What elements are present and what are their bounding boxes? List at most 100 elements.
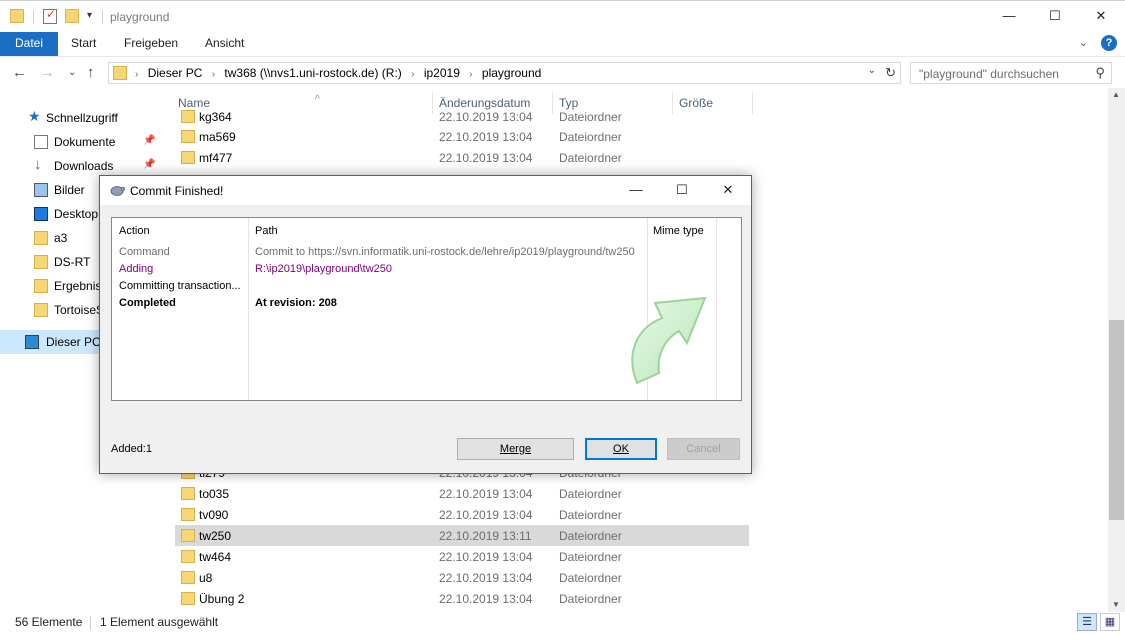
scrollbar-thumb[interactable] xyxy=(1109,320,1124,520)
divider xyxy=(33,10,34,24)
tab-start[interactable]: Start xyxy=(57,32,110,56)
column-header-mime-type[interactable]: Mime type xyxy=(653,225,704,237)
column-divider[interactable] xyxy=(752,92,753,114)
item-count: 56 Elemente xyxy=(15,615,83,629)
folder-icon xyxy=(181,571,195,584)
folder-icon xyxy=(181,508,195,521)
scroll-up-icon[interactable]: ▲ xyxy=(1112,90,1120,99)
dialog-titlebar: Commit Finished! — ☐ ✕ xyxy=(100,176,751,205)
vertical-scrollbar[interactable]: ▲ ▼ xyxy=(1108,88,1125,612)
recent-locations-icon[interactable]: ⌄ xyxy=(68,67,76,78)
commit-arrow-icon xyxy=(631,296,707,385)
column-divider xyxy=(248,218,249,400)
list-item[interactable]: u8 22.10.2019 13:04 Dateiordner xyxy=(175,567,749,588)
log-path: Commit to https://svn.informatik.uni-ros… xyxy=(255,246,635,258)
folder-icon xyxy=(181,592,195,605)
ribbon-controls: ⌄ ? xyxy=(1079,35,1117,51)
folder-icon xyxy=(113,66,127,80)
explorer-titlebar: ✓ ▾ playground — ☐ ✕ xyxy=(0,0,1125,32)
search-box[interactable]: "playground" durchsuchen ⚲ xyxy=(910,62,1112,84)
customize-toolbar-icon[interactable]: ▾ xyxy=(87,10,92,21)
folder-icon xyxy=(34,231,48,245)
ribbon-tabs: Datei Start Freigeben Ansicht ⌄ ? xyxy=(0,32,1125,56)
sidebar-item-quick-access[interactable]: ★ Schnellzugriff xyxy=(0,106,158,130)
details-view-icon[interactable]: ☰ xyxy=(1077,613,1097,631)
maximize-button[interactable]: ☐ xyxy=(1032,1,1078,33)
close-button[interactable]: ✕ xyxy=(705,176,751,205)
log-action: Completed xyxy=(119,297,176,309)
forward-arrow-icon[interactable]: → xyxy=(40,64,55,81)
folder-icon xyxy=(181,550,195,563)
tab-view[interactable]: Ansicht xyxy=(191,32,258,56)
search-input[interactable]: "playground" durchsuchen xyxy=(919,67,1059,81)
divider xyxy=(102,10,103,24)
list-item[interactable]: Übung 2 22.10.2019 13:04 Dateiordner xyxy=(175,588,749,609)
tortoise-icon xyxy=(110,186,125,196)
list-item[interactable]: kg364 22.10.2019 13:04 Dateiordner xyxy=(175,106,749,127)
breadcrumb-ip2019[interactable]: ip2019 xyxy=(424,66,460,80)
folder-icon xyxy=(34,303,48,317)
folder-icon xyxy=(34,279,48,293)
breadcrumb-this-pc[interactable]: Dieser PC xyxy=(148,66,203,80)
folder-icon xyxy=(34,255,48,269)
close-button[interactable]: ✕ xyxy=(1078,1,1124,33)
list-item[interactable]: mf477 22.10.2019 13:04 Dateiordner xyxy=(175,147,749,168)
document-icon xyxy=(34,135,48,149)
scroll-down-icon[interactable]: ▼ xyxy=(1112,600,1120,609)
minimize-button[interactable]: — xyxy=(986,1,1032,33)
list-item[interactable]: tw464 22.10.2019 13:04 Dateiordner xyxy=(175,546,749,567)
pin-icon: 📌 xyxy=(143,159,156,170)
chevron-down-icon[interactable]: ⌄ xyxy=(868,65,876,76)
star-icon: ★ xyxy=(28,108,41,124)
tab-share[interactable]: Freigeben xyxy=(110,32,192,56)
search-icon[interactable]: ⚲ xyxy=(1095,65,1105,81)
sidebar-item-documents[interactable]: Dokumente 📌 xyxy=(0,130,158,154)
new-folder-icon[interactable] xyxy=(65,9,79,23)
tab-file[interactable]: Datei xyxy=(0,32,59,56)
up-arrow-icon[interactable]: ↑ xyxy=(87,64,95,81)
help-icon[interactable]: ? xyxy=(1101,35,1117,51)
address-bar[interactable]: › Dieser PC › tw368 (\\nvs1.uni-rostock.… xyxy=(108,62,901,84)
folder-icon xyxy=(181,487,195,500)
selection-count: 1 Element ausgewählt xyxy=(100,615,219,629)
merge-button[interactable]: Merge xyxy=(457,438,574,460)
commit-finished-dialog: Commit Finished! — ☐ ✕ Action Path Mime … xyxy=(99,175,752,474)
desktop-icon xyxy=(34,207,48,221)
properties-icon[interactable]: ✓ xyxy=(43,7,57,24)
pin-icon: 📌 xyxy=(143,135,156,146)
breadcrumb-playground[interactable]: playground xyxy=(482,66,541,80)
breadcrumb-drive[interactable]: tw368 (\\nvs1.uni-rostock.de) (R:) xyxy=(224,66,401,80)
cancel-button[interactable]: Cancel xyxy=(667,438,740,460)
folder-icon xyxy=(181,110,195,123)
minimize-button[interactable]: — xyxy=(613,176,659,205)
navigation-bar: ← → ⌄ ↑ › Dieser PC › tw368 (\\nvs1.uni-… xyxy=(0,56,1125,88)
list-item-selected[interactable]: tw250 22.10.2019 13:11 Dateiordner xyxy=(175,525,749,546)
expand-ribbon-icon[interactable]: ⌄ xyxy=(1079,37,1088,49)
download-icon: ↓ xyxy=(34,156,42,173)
commit-log-list[interactable]: Action Path Mime type Command Commit to … xyxy=(111,217,742,401)
folder-icon[interactable] xyxy=(10,9,24,23)
sort-ascending-icon: ^ xyxy=(315,94,320,105)
status-bar: 56 Elemente 1 Element ausgewählt ☰ ▦ xyxy=(0,612,1125,634)
log-path: R:\ip2019\playground\tw250 xyxy=(255,263,392,275)
column-header-path[interactable]: Path xyxy=(255,225,278,237)
log-path: At revision: 208 xyxy=(255,297,337,309)
column-header-action[interactable]: Action xyxy=(119,225,150,237)
list-item[interactable]: ma569 22.10.2019 13:04 Dateiordner xyxy=(175,126,749,147)
pictures-icon xyxy=(34,183,48,197)
added-count: Added:1 xyxy=(111,443,152,455)
back-arrow-icon[interactable]: ← xyxy=(12,64,27,81)
tiles-view-icon[interactable]: ▦ xyxy=(1100,613,1120,631)
ok-button[interactable]: OK xyxy=(585,438,657,460)
computer-icon xyxy=(25,335,39,349)
folder-icon xyxy=(181,130,195,143)
divider xyxy=(90,616,91,630)
list-item[interactable]: to035 22.10.2019 13:04 Dateiordner xyxy=(175,483,749,504)
maximize-button[interactable]: ☐ xyxy=(659,176,705,205)
list-item[interactable]: tv090 22.10.2019 13:04 Dateiordner xyxy=(175,504,749,525)
log-action: Committing transaction... xyxy=(119,280,241,292)
refresh-icon[interactable]: ↻ xyxy=(885,65,896,81)
breadcrumb: › Dieser PC › tw368 (\\nvs1.uni-rostock.… xyxy=(135,66,542,80)
log-action: Command xyxy=(119,246,170,258)
folder-icon xyxy=(181,151,195,164)
